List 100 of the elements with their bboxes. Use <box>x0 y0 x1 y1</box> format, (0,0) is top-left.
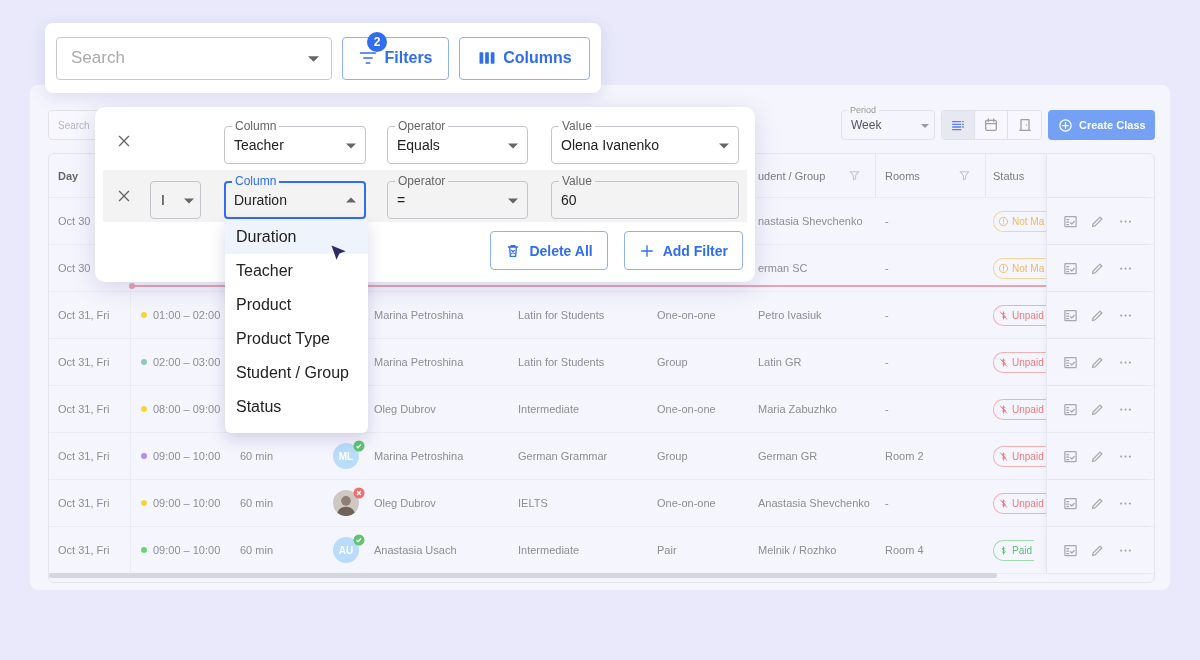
delete-all-button[interactable]: Delete All <box>490 231 608 270</box>
table-cell: Room 4 <box>885 544 924 556</box>
table-cell: Pair <box>657 544 677 556</box>
table-cell: Room 2 <box>885 450 924 462</box>
select-field[interactable]: Operator Equals <box>387 118 528 164</box>
select-field[interactable]: Column Duration <box>224 173 366 219</box>
status-label: Unpaid <box>1012 309 1044 321</box>
period-select[interactable]: Period Week <box>841 106 935 140</box>
logic-select[interactable]: I <box>150 181 201 219</box>
dollar-off-icon <box>998 403 1009 415</box>
checklist-icon[interactable] <box>1063 542 1079 558</box>
table-cell: - <box>885 215 889 227</box>
filter-icon[interactable] <box>958 169 971 182</box>
table-cell: Melnik / Rozhko <box>758 544 837 556</box>
input-field[interactable]: Value 60 <box>551 173 739 219</box>
status-label: Unpaid <box>1012 497 1044 509</box>
checklist-icon[interactable] <box>1063 213 1079 229</box>
field-label: Operator <box>395 173 449 189</box>
table-cell: Marina Petroshina <box>374 309 464 321</box>
table-cell: erman SC <box>758 262 808 274</box>
column-header[interactable]: Day <box>58 169 79 182</box>
table-cell: Oct 31, Fri <box>58 309 110 321</box>
table-cell: Group <box>657 450 688 462</box>
table-cell: Oct 31, Fri <box>58 544 110 556</box>
field-label: Period <box>847 106 879 114</box>
table-cell: Intermediate <box>518 403 580 415</box>
table-cell: Petro Ivasiuk <box>758 309 822 321</box>
calendar-icon <box>983 117 999 133</box>
table-cell: Oct 31, Fri <box>58 356 110 368</box>
table-cell: German GR <box>758 450 818 462</box>
dropdown-option[interactable]: Teacher <box>225 254 368 288</box>
list-view-button[interactable] <box>942 111 975 139</box>
checklist-icon[interactable] <box>1063 260 1079 276</box>
caret-down-icon <box>921 122 929 128</box>
table-cell: 60 min <box>240 544 274 556</box>
checklist-icon[interactable] <box>1063 401 1079 417</box>
caret-down-icon <box>184 196 194 204</box>
table-cell: - <box>885 403 889 415</box>
status-label: Not Ma <box>1012 215 1045 227</box>
table-cell: 01:00 – 02:00 <box>153 309 221 321</box>
table-cell: Oct 31, Fri <box>58 497 110 509</box>
dropdown-option[interactable]: Duration <box>225 220 368 254</box>
checklist-icon[interactable] <box>1063 354 1079 370</box>
table-cell: German Grammar <box>518 450 608 462</box>
column-header[interactable]: Rooms <box>885 169 920 182</box>
status-label: Paid <box>1012 544 1032 556</box>
dollar-off-icon <box>998 309 1009 321</box>
caret-down-icon <box>719 141 729 149</box>
column-header[interactable]: udent / Group <box>758 169 826 182</box>
caret-down-icon <box>346 141 356 149</box>
checklist-icon[interactable] <box>1063 448 1079 464</box>
caret-down-icon <box>508 141 518 149</box>
column-header[interactable]: Status <box>993 169 1025 182</box>
close-icon[interactable] <box>116 188 132 204</box>
status-label: Not Ma <box>1012 262 1045 274</box>
select-field[interactable]: Value Olena Ivanenko <box>551 118 739 164</box>
caret-down-icon <box>508 196 518 204</box>
table-cell: 60 min <box>240 497 274 509</box>
table-cell: Anastasia Shevchenko <box>758 497 870 509</box>
table-cell: Intermediate <box>518 544 580 556</box>
table-cell: Oleg Dubrov <box>374 403 436 415</box>
field-label: Operator <box>395 118 449 134</box>
dropdown-option[interactable]: Student / Group <box>225 356 368 390</box>
status-label: Unpaid <box>1012 450 1044 462</box>
dollar-off-icon <box>998 497 1009 509</box>
columns-button[interactable]: Columns <box>459 36 590 80</box>
caret-down-icon <box>308 54 319 62</box>
alert-icon <box>998 262 1009 274</box>
close-icon[interactable] <box>116 133 132 149</box>
table-cell: Oct 30 <box>58 215 91 227</box>
table-cell: 02:00 – 03:00 <box>153 356 221 368</box>
table-cell: 09:00 – 10:00 <box>153 450 221 462</box>
dropdown-option[interactable]: Product Type <box>225 322 368 356</box>
avatar-icon <box>333 490 359 516</box>
add-filter-button[interactable]: Add Filter <box>623 231 743 270</box>
select-field[interactable]: Column Teacher <box>224 118 366 164</box>
filter-icon[interactable] <box>848 169 861 182</box>
table-cell: Group <box>657 356 688 368</box>
table-cell: nastasia Shevchenko <box>758 215 863 227</box>
dropdown-option[interactable]: Status <box>225 390 368 424</box>
checklist-icon[interactable] <box>1063 495 1079 511</box>
table-cell: 09:00 – 10:00 <box>153 544 221 556</box>
table-cell: Marina Petroshina <box>374 450 464 462</box>
dropdown-option[interactable]: Product <box>225 288 368 322</box>
select-field[interactable]: Operator = <box>387 173 528 219</box>
checklist-icon[interactable] <box>1063 307 1079 323</box>
table-cell: IELTS <box>518 497 548 509</box>
table-cell: Anastasia Usach <box>374 544 457 556</box>
plus-icon <box>638 242 655 259</box>
table-cell: Maria Zabuzhko <box>758 403 837 415</box>
table-cell: - <box>885 262 889 274</box>
avatar: AU <box>333 537 359 563</box>
table-cell: 09:00 – 10:00 <box>153 497 221 509</box>
table-cell: - <box>885 309 889 321</box>
scrollbar[interactable] <box>49 573 997 578</box>
caret-up-icon <box>346 196 356 204</box>
dollar-off-icon <box>998 450 1009 462</box>
table-cell: One-on-one <box>657 497 716 509</box>
table-cell: - <box>885 356 889 368</box>
table-cell: Latin for Students <box>518 309 605 321</box>
